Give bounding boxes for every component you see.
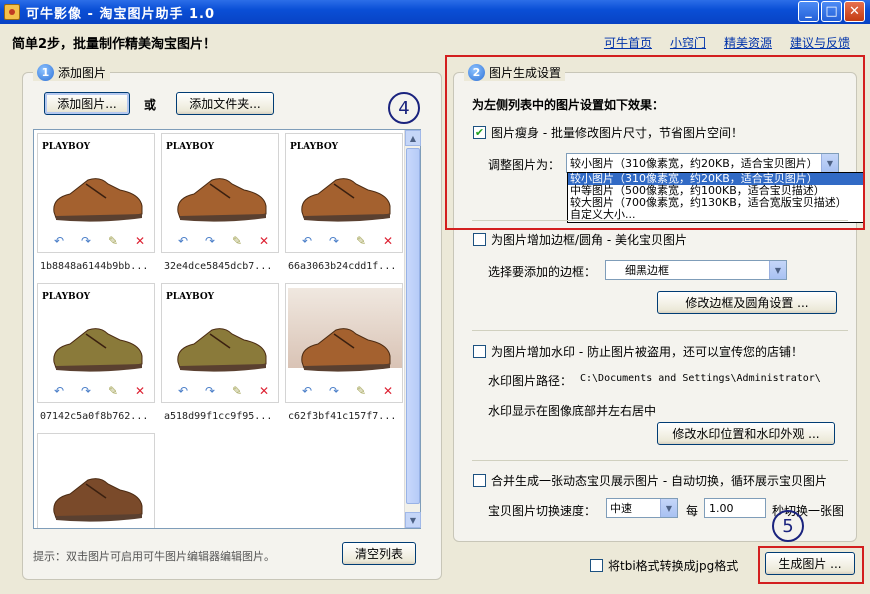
image-list-scrollbar[interactable]: ▲ ▼ [404,130,421,528]
highlight-box-generate [758,546,864,584]
shoe-image [53,178,143,222]
watermark-position-text: 水印显示在图像底部并左右居中 [488,404,657,418]
add-images-title: 添加图片 [58,66,107,80]
app-icon [4,4,20,20]
maximize-button[interactable]: □ [821,1,842,22]
thumbnail-4[interactable]: PLAYBOY ↶ ↷ ✎ ✕ [37,283,155,403]
edit-icon[interactable]: ✎ [354,234,368,248]
playboy-logo: PLAYBOY [42,142,91,152]
merge-checkbox[interactable]: 合并生成一张动态宝贝展示图片 - 自动切换，循环展示宝贝图片 [473,472,827,489]
thumbnail-1[interactable]: PLAYBOY ↶ ↷ ✎ ✕ [37,133,155,253]
clear-list-button[interactable]: 清空列表 [342,542,416,565]
delete-icon[interactable]: ✕ [257,384,271,398]
border-select[interactable]: 细黑边框 ▼ [605,260,787,280]
undo-icon[interactable]: ↶ [176,384,190,398]
redo-icon[interactable]: ↷ [327,384,341,398]
redo-icon[interactable]: ↷ [327,234,341,248]
link-feedback[interactable]: 建议与反馈 [790,34,850,51]
thumbnail-6[interactable]: ↶ ↷ ✎ ✕ [285,283,403,403]
delete-icon[interactable]: ✕ [133,384,147,398]
delete-icon[interactable]: ✕ [381,384,395,398]
link-resources[interactable]: 精美资源 [724,34,772,51]
delete-icon[interactable]: ✕ [133,234,147,248]
link-home[interactable]: 可牛首页 [604,34,652,51]
edit-icon[interactable]: ✎ [106,384,120,398]
edit-icon[interactable]: ✎ [354,384,368,398]
scroll-up-icon[interactable]: ▲ [405,130,421,146]
redo-icon[interactable]: ↷ [79,384,93,398]
undo-icon[interactable]: ↶ [52,384,66,398]
add-folder-button[interactable]: 添加文件夹... [176,92,274,115]
hint-text: 提示：双击图片可启用可牛图片编辑器编辑图片。 [33,550,275,563]
annotation-5: 5 [772,510,804,542]
shoe-image [177,178,267,222]
chevron-down-icon[interactable]: ▼ [660,499,677,517]
step-1-icon: 1 [37,64,54,81]
shoe-image [177,328,267,372]
modify-border-button[interactable]: 修改边框及圆角设置 ... [657,291,837,314]
every-label: 每 [686,504,699,518]
watermark-checkbox[interactable]: 为图片增加水印 - 防止图片被盗用，还可以宣传您的店铺！ [473,343,803,360]
shoe-image [301,178,391,222]
close-button[interactable]: ✕ [844,1,865,22]
modify-watermark-button[interactable]: 修改水印位置和水印外观 ... [657,422,835,445]
convert-tbi-checkbox[interactable]: 将tbi格式转换成jpg格式 [590,557,738,574]
thumbnail-filename: a518d99f1cc9f95... [164,411,273,422]
shoe-image [53,478,143,522]
redo-icon[interactable]: ↷ [203,384,217,398]
thumbnail-filename: 07142c5a0f8b762... [40,411,149,422]
scroll-thumb[interactable] [406,148,420,504]
watermark-path-label: 水印图片路径： [488,374,573,388]
title-bar: 可牛影像 - 淘宝图片助手 1.0 [0,0,870,24]
delete-icon[interactable]: ✕ [381,234,395,248]
minimize-button[interactable]: _ [798,1,819,22]
page-heading: 简单2步，批量制作精美淘宝图片！ [12,37,217,52]
interval-stepper[interactable]: 1.00 [704,498,766,518]
chevron-down-icon[interactable]: ▼ [769,261,786,279]
thumbnail-filename: 32e4dce5845dcb7... [164,261,273,272]
playboy-logo: PLAYBOY [166,292,215,302]
undo-icon[interactable]: ↶ [52,234,66,248]
border-select-label: 选择要添加的边框： [488,265,597,279]
scroll-down-icon[interactable]: ▼ [405,512,421,528]
playboy-logo: PLAYBOY [166,142,215,152]
thumbnail-filename: 66a3063b24cdd1f... [288,261,397,272]
playboy-logo: PLAYBOY [290,142,339,152]
speed-select[interactable]: 中速 ▼ [606,498,678,518]
undo-icon[interactable]: ↶ [300,384,314,398]
add-image-button[interactable]: 添加图片... [44,92,130,115]
shoe-image [301,328,391,372]
thumbnail-filename: 1b8848a6144b9bb... [40,261,149,272]
playboy-logo: PLAYBOY [42,292,91,302]
border-checkbox[interactable]: 为图片增加边框/圆角 - 美化宝贝图片 [473,231,687,248]
edit-icon[interactable]: ✎ [230,234,244,248]
thumbnail-5[interactable]: PLAYBOY ↶ ↷ ✎ ✕ [161,283,279,403]
speed-label: 宝贝图片切换速度： [488,504,597,518]
thumbnail-filename: c62f3bf41c157f7... [288,411,397,422]
redo-icon[interactable]: ↷ [203,234,217,248]
edit-icon[interactable]: ✎ [230,384,244,398]
top-links: 可牛首页 小窍门 精美资源 建议与反馈 [604,34,850,51]
edit-icon[interactable]: ✎ [106,234,120,248]
undo-icon[interactable]: ↶ [176,234,190,248]
undo-icon[interactable]: ↶ [300,234,314,248]
shoe-image [53,328,143,372]
window-title: 可牛影像 - 淘宝图片助手 1.0 [26,6,216,22]
image-list[interactable]: PLAYBOY ↶ ↷ ✎ ✕ 1b8848a6144b9bb... PLAYBOY ↶ ↷ ✎ ✕… [33,129,421,529]
thumbnail-7[interactable] [37,433,155,528]
or-label: 或 [144,98,157,112]
link-tips[interactable]: 小窍门 [670,34,706,51]
thumbnail-3[interactable]: PLAYBOY ↶ ↷ ✎ ✕ [285,133,403,253]
thumbnail-2[interactable]: PLAYBOY ↶ ↷ ✎ ✕ [161,133,279,253]
redo-icon[interactable]: ↷ [79,234,93,248]
highlight-box-settings [445,55,865,230]
watermark-path: C:\Documents and Settings\Administrator\ [580,373,821,384]
annotation-4: 4 [388,92,420,124]
delete-icon[interactable]: ✕ [257,234,271,248]
